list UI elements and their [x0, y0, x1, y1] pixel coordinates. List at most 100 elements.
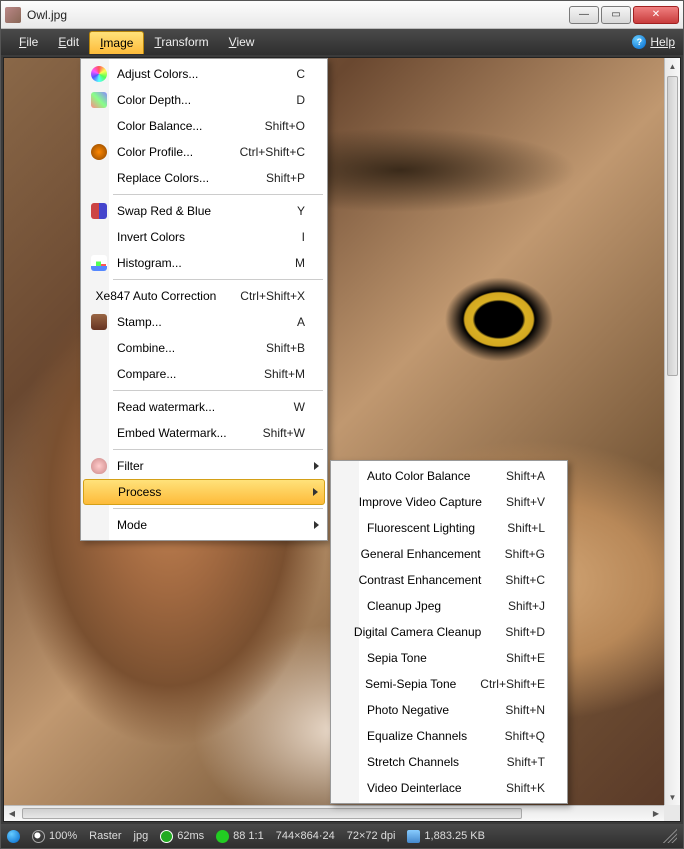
- menu-item-histogram[interactable]: Histogram...M: [83, 250, 325, 276]
- horizontal-scrollbar[interactable]: ◀ ▶: [4, 805, 664, 821]
- menu-item-semi-sepia-tone[interactable]: Semi-Sepia ToneCtrl+Shift+E: [333, 671, 565, 697]
- resize-grip[interactable]: [663, 829, 677, 843]
- hist-icon: [91, 255, 107, 271]
- menu-shortcut: D: [296, 93, 305, 107]
- status-type: Raster: [89, 830, 121, 842]
- memory-icon: [407, 830, 420, 843]
- menu-shortcut: A: [297, 315, 305, 329]
- menu-item-improve-video-capture[interactable]: Improve Video CaptureShift+V: [333, 489, 565, 515]
- menu-item-stamp[interactable]: Stamp...A: [83, 309, 325, 335]
- menu-item-label: Color Profile...: [117, 145, 216, 159]
- chevron-right-icon: [314, 462, 319, 470]
- menu-shortcut: Shift+P: [266, 171, 305, 185]
- menu-item-general-enhancement[interactable]: General EnhancementShift+G: [333, 541, 565, 567]
- menu-item-label: Combine...: [117, 341, 242, 355]
- image-dropdown-menu: Adjust Colors...CColor Depth...DColor Ba…: [80, 58, 328, 541]
- menu-item-video-deinterlace[interactable]: Video DeinterlaceShift+K: [333, 775, 565, 801]
- status-dims: 744×864·24: [276, 830, 335, 842]
- menu-item-auto-color-balance[interactable]: Auto Color BalanceShift+A: [333, 463, 565, 489]
- scroll-right-icon[interactable]: ▶: [648, 806, 664, 821]
- menu-shortcut: Shift+W: [263, 426, 305, 440]
- menu-separator: [113, 508, 323, 509]
- menu-item-xe847-auto-correction[interactable]: Xe847 Auto CorrectionCtrl+Shift+X: [83, 283, 325, 309]
- scroll-up-icon[interactable]: ▲: [665, 58, 680, 74]
- process-submenu: Auto Color BalanceShift+AImprove Video C…: [330, 460, 568, 804]
- menu-item-embed-watermark[interactable]: Embed Watermark...Shift+W: [83, 420, 325, 446]
- vertical-scrollbar[interactable]: ▲ ▼: [664, 58, 680, 805]
- menu-item-label: Semi-Sepia Tone: [365, 677, 456, 691]
- menu-item-read-watermark[interactable]: Read watermark... W: [83, 394, 325, 420]
- menu-item-label: Compare...: [117, 367, 240, 381]
- menu-file[interactable]: File: [9, 31, 48, 53]
- menu-item-color-depth[interactable]: Color Depth...D: [83, 87, 325, 113]
- statusbar: 100% Raster jpg 62ms 88 1:1 744×864·24 7…: [1, 824, 683, 848]
- window-controls: — ▭ ✕: [569, 6, 679, 24]
- menu-item-label: General Enhancement: [361, 547, 481, 561]
- menu-item-color-balance[interactable]: Color Balance... Shift+O: [83, 113, 325, 139]
- menu-item-contrast-enhancement[interactable]: Contrast Enhancement Shift+C: [333, 567, 565, 593]
- menu-item-combine[interactable]: Combine...Shift+B: [83, 335, 325, 361]
- menu-help[interactable]: ? Help: [632, 35, 675, 49]
- scroll-down-icon[interactable]: ▼: [665, 789, 680, 805]
- menu-item-fluorescent-lighting[interactable]: Fluorescent LightingShift+L: [333, 515, 565, 541]
- zoom-icon: [32, 830, 45, 843]
- scroll-thumb[interactable]: [667, 76, 678, 376]
- menu-view[interactable]: View: [219, 31, 265, 53]
- menu-item-label: Sepia Tone: [367, 651, 482, 665]
- status-zoom[interactable]: 100%: [32, 830, 77, 843]
- scroll-thumb[interactable]: [22, 808, 522, 819]
- menu-shortcut: Shift+C: [505, 573, 545, 587]
- menu-item-mode[interactable]: Mode: [83, 512, 325, 538]
- menu-item-label: Stretch Channels: [367, 755, 483, 769]
- scroll-left-icon[interactable]: ◀: [4, 806, 20, 821]
- menu-item-process[interactable]: Process: [83, 479, 325, 505]
- close-button[interactable]: ✕: [633, 6, 679, 24]
- menu-shortcut: Shift+J: [508, 599, 545, 613]
- menu-item-compare[interactable]: Compare...Shift+M: [83, 361, 325, 387]
- menu-item-photo-negative[interactable]: Photo Negative Shift+N: [333, 697, 565, 723]
- menu-shortcut: Shift+D: [505, 625, 545, 639]
- menu-item-adjust-colors[interactable]: Adjust Colors... C: [83, 61, 325, 87]
- menu-shortcut: I: [302, 230, 305, 244]
- menu-item-sepia-tone[interactable]: Sepia ToneShift+E: [333, 645, 565, 671]
- menu-item-replace-colors[interactable]: Replace Colors...Shift+P: [83, 165, 325, 191]
- content-area: ▲ ▼ ◀ ▶ Adjust Colors... C Color Depth...D…: [3, 57, 681, 822]
- menu-item-label: Invert Colors: [117, 230, 278, 244]
- menu-item-label: Contrast Enhancement: [359, 573, 482, 587]
- menu-item-label: Photo Negative: [367, 703, 481, 717]
- menu-item-swap-red-blue[interactable]: Swap Red & BlueY: [83, 198, 325, 224]
- titlebar: Owl.jpg — ▭ ✕: [1, 1, 683, 29]
- menu-transform[interactable]: Transform: [144, 31, 218, 53]
- menu-item-digital-camera-cleanup[interactable]: Digital Camera CleanupShift+D: [333, 619, 565, 645]
- swap-icon: [91, 203, 107, 219]
- chevron-right-icon: [314, 521, 319, 529]
- menu-item-filter[interactable]: Filter: [83, 453, 325, 479]
- menu-separator: [113, 390, 323, 391]
- menu-item-label: Adjust Colors...: [117, 67, 272, 81]
- maximize-button[interactable]: ▭: [601, 6, 631, 24]
- menu-item-label: Mode: [117, 518, 305, 532]
- menu-separator: [113, 194, 323, 195]
- menu-shortcut: Shift+N: [505, 703, 545, 717]
- profile-icon: [91, 144, 107, 160]
- menu-image[interactable]: Image: [89, 31, 144, 54]
- menu-item-cleanup-jpeg[interactable]: Cleanup JpegShift+J: [333, 593, 565, 619]
- info-icon[interactable]: [7, 830, 20, 843]
- menu-shortcut: Shift+O: [265, 119, 305, 133]
- minimize-button[interactable]: —: [569, 6, 599, 24]
- status-memory: 1,883.25 KB: [407, 830, 485, 843]
- menu-shortcut: C: [296, 67, 305, 81]
- menu-item-invert-colors[interactable]: Invert Colors I: [83, 224, 325, 250]
- menu-item-label: Read watermark...: [117, 400, 270, 414]
- menu-edit[interactable]: Edit: [48, 31, 89, 53]
- menubar: File Edit Image Transform View ? Help: [1, 29, 683, 55]
- menu-item-label: Color Balance...: [117, 119, 241, 133]
- menu-item-label: Equalize Channels: [367, 729, 481, 743]
- menu-item-label: Auto Color Balance: [367, 469, 482, 483]
- menu-item-equalize-channels[interactable]: Equalize ChannelsShift+Q: [333, 723, 565, 749]
- menu-item-label: Histogram...: [117, 256, 271, 270]
- menu-item-stretch-channels[interactable]: Stretch ChannelsShift+T: [333, 749, 565, 775]
- menu-item-color-profile[interactable]: Color Profile...Ctrl+Shift+C: [83, 139, 325, 165]
- menu-shortcut: W: [294, 400, 305, 414]
- ratio-icon: [216, 830, 229, 843]
